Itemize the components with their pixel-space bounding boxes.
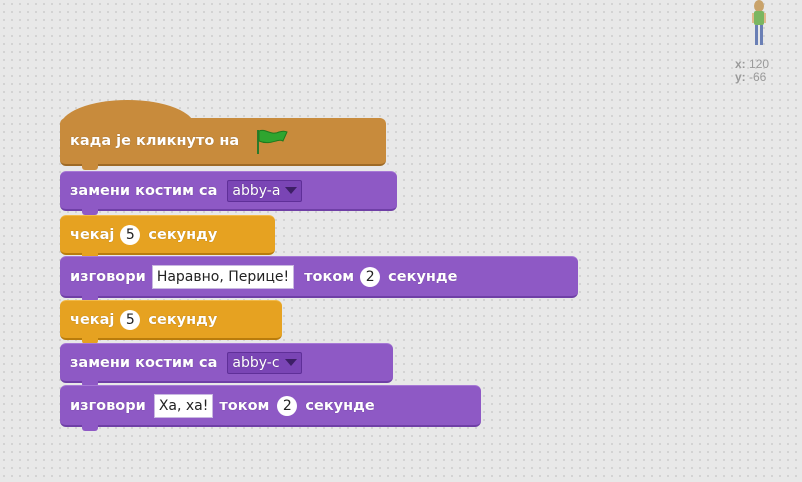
costume-value: abby-c [232, 354, 280, 371]
wait-label: чекај [70, 226, 115, 243]
wait-block[interactable]: чекај 5 секунду [60, 300, 282, 344]
say-unit: секунде [388, 268, 458, 285]
y-label: y: [735, 70, 746, 84]
costume-value: abby-a [232, 182, 281, 199]
say-seconds-input[interactable]: 2 [277, 395, 298, 416]
x-label: x: [735, 57, 746, 71]
say-text-input[interactable]: Ха, ха! [153, 393, 214, 418]
say-for-secs-block[interactable]: изговори Наравно, Перице! током 2 секунд… [60, 256, 578, 302]
switch-costume-block[interactable]: замени костим са abby-a [60, 171, 397, 215]
sprite-thumbnail[interactable] [748, 0, 770, 50]
say-for-secs-block[interactable]: изговори Ха, ха! током 2 секунде [60, 385, 481, 431]
switch-costume-label: замени костим са [70, 182, 218, 199]
say-for-label: током [304, 268, 355, 285]
say-for-label: током [219, 397, 270, 414]
wait-seconds-input[interactable]: 5 [120, 309, 141, 330]
switch-costume-label: замени костим са [70, 354, 218, 371]
wait-unit: секунду [148, 311, 218, 328]
hat-label: када је кликнуто на [70, 133, 240, 149]
chevron-down-icon [284, 359, 297, 366]
say-seconds-input[interactable]: 2 [360, 266, 381, 287]
wait-block[interactable]: чекај 5 секунду [60, 215, 275, 259]
wait-unit: секунду [148, 226, 218, 243]
when-flag-clicked-block[interactable]: када је кликнуто на [60, 118, 386, 170]
switch-costume-block[interactable]: замени костим са abby-c [60, 343, 393, 387]
chevron-down-icon [285, 187, 298, 194]
wait-label: чекај [70, 311, 115, 328]
sprite-coordinates: x: 120 y: -66 [735, 58, 769, 84]
say-label: изговори [70, 268, 146, 285]
say-label: изговори [70, 397, 146, 414]
say-unit: секунде [305, 397, 375, 414]
y-value: -66 [749, 70, 767, 84]
say-text-input[interactable]: Наравно, Перице! [151, 264, 295, 289]
wait-seconds-input[interactable]: 5 [120, 224, 141, 245]
green-flag-icon [257, 129, 288, 154]
costume-dropdown[interactable]: abby-c [227, 351, 302, 374]
x-value: 120 [749, 57, 770, 71]
costume-dropdown[interactable]: abby-a [227, 179, 303, 202]
